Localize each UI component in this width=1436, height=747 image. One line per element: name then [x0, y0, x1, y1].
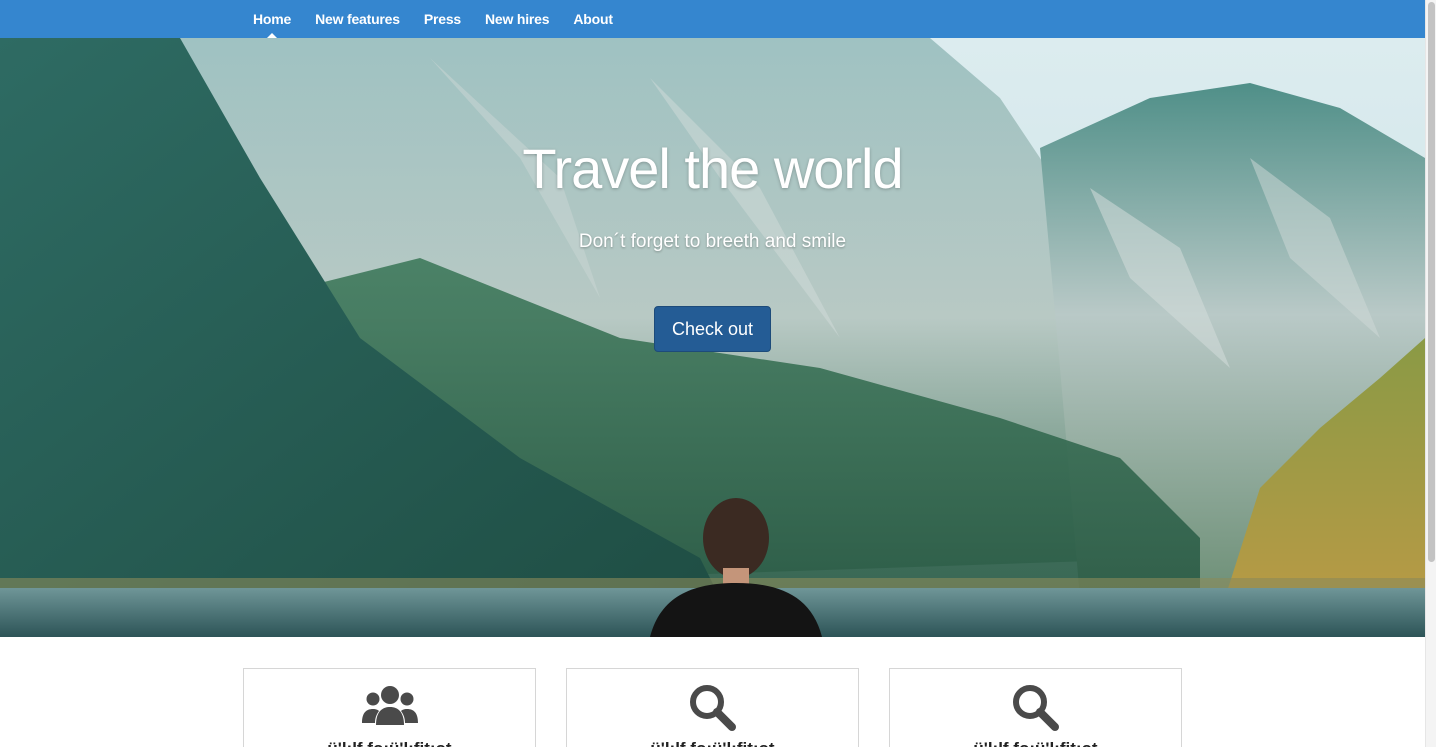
nav-item-new-features[interactable]: New features [303, 0, 412, 38]
feature-title: ü'l;lf fo;ü'l;fit;ot [890, 739, 1181, 747]
nav-list: Home New features Press New hires About [241, 0, 625, 38]
feature-title: ü'l;lf fo;ü'l;fit;ot [244, 739, 535, 747]
hero-subtitle: Don´t forget to breeth and smile [578, 231, 847, 252]
vertical-scrollbar[interactable] [1425, 0, 1436, 747]
feature-card: ü'l;lf fo;ü'l;fit;ot [889, 668, 1182, 747]
users-icon [244, 683, 535, 732]
search-icon [567, 683, 858, 736]
nav-item-press[interactable]: Press [412, 0, 473, 38]
feature-card: ü'l;lf fo;ü'l;fit;ot [566, 668, 859, 747]
nav-item-about[interactable]: About [561, 0, 624, 38]
hero-title: Travel the world [522, 137, 903, 200]
top-navbar: Home New features Press New hires About [0, 0, 1425, 38]
page: Home New features Press New hires About [0, 0, 1436, 747]
hero-section: Travel the world Don´t forget to breeth … [0, 38, 1425, 637]
feature-title: ü'l;lf fo;ü'l;fit;ot [567, 739, 858, 747]
feature-card: ü'l;lf fo;ü'l;fit;ot [243, 668, 536, 747]
search-icon [890, 683, 1181, 736]
scrollbar-thumb[interactable] [1428, 2, 1435, 562]
check-out-button[interactable]: Check out [654, 306, 771, 352]
nav-item-home[interactable]: Home [241, 0, 303, 38]
nav-item-new-hires[interactable]: New hires [473, 0, 561, 38]
